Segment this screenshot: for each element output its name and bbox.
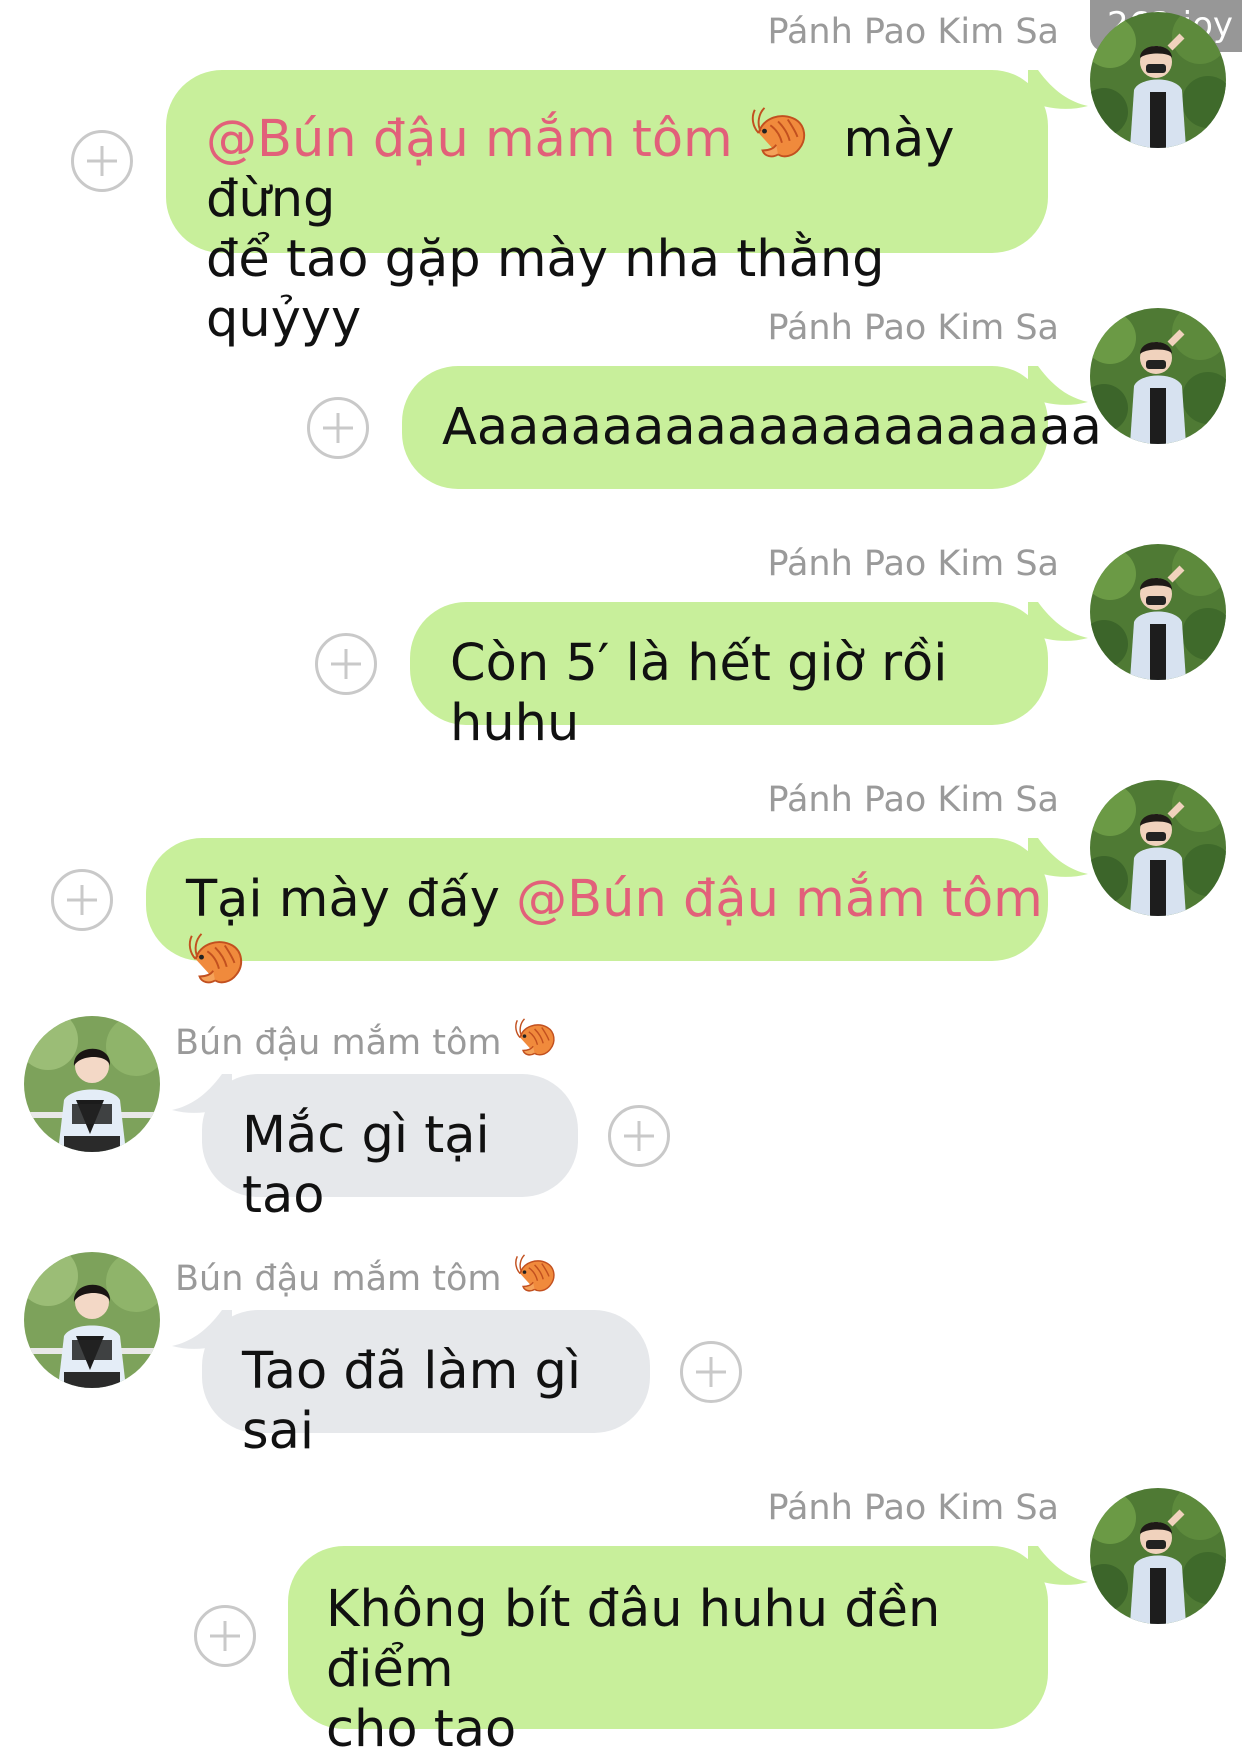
avatar[interactable] [1090, 12, 1226, 148]
message-bubble[interactable]: Không bít đâu huhu đền điểm cho tao [288, 1546, 1048, 1759]
shrimp-emoji-icon [186, 930, 248, 992]
shrimp-emoji-icon [513, 1016, 559, 1062]
sender-name: Bún đậu mắm tôm [175, 1016, 559, 1063]
sender-name: Pánh Pao Kim Sa [767, 12, 1059, 52]
add-reaction-icon[interactable] [307, 397, 369, 459]
sender-name: Pánh Pao Kim Sa [767, 780, 1059, 820]
add-reaction-icon[interactable] [680, 1341, 742, 1403]
sender-name: Pánh Pao Kim Sa [767, 544, 1059, 584]
avatar[interactable] [1090, 780, 1226, 916]
avatar[interactable] [24, 1016, 160, 1152]
message-text: Aaaaaaaaaaaaaaaaaaaaa [442, 398, 1102, 457]
sender-name: Pánh Pao Kim Sa [767, 308, 1059, 348]
message-text: Còn 5′ là hết giờ rồi huhu [450, 634, 948, 753]
message-bubble[interactable]: Mắc gì tại tao [202, 1074, 578, 1225]
add-reaction-icon[interactable] [51, 869, 113, 931]
avatar[interactable] [1090, 544, 1226, 680]
message-bubble[interactable]: Tao đã làm gì sai [202, 1310, 650, 1461]
message-bubble[interactable]: Aaaaaaaaaaaaaaaaaaaaa [402, 366, 1102, 489]
message-text: Không bít đâu huhu đền điểm [326, 1580, 941, 1699]
sender-name: Pánh Pao Kim Sa [767, 1488, 1059, 1528]
message-text: Mắc gì tại tao [242, 1106, 490, 1225]
shrimp-emoji-icon [749, 104, 811, 166]
message-line: @Bún đậu mắm tôm mày đừng [206, 104, 1008, 230]
sender-name: Bún đậu mắm tôm [175, 1252, 559, 1299]
message-bubble[interactable]: Còn 5′ là hết giờ rồi huhu [410, 602, 1048, 753]
avatar[interactable] [1090, 1488, 1226, 1624]
message-text: cho tao [326, 1700, 517, 1759]
add-reaction-icon[interactable] [608, 1105, 670, 1167]
avatar[interactable] [24, 1252, 160, 1388]
message-bubble[interactable]: Tại mày đấy @Bún đậu mắm tôm [146, 838, 1048, 961]
message-text: Tao đã làm gì sai [242, 1342, 582, 1461]
avatar[interactable] [1090, 308, 1226, 444]
add-reaction-icon[interactable] [315, 633, 377, 695]
add-reaction-icon[interactable] [71, 130, 133, 192]
message-bubble[interactable]: @Bún đậu mắm tôm mày đừng để tao gặp mày… [166, 70, 1048, 349]
message-text: Tại mày đấy [186, 870, 500, 929]
shrimp-emoji-icon [513, 1252, 559, 1298]
mention-link[interactable]: @Bún đậu mắm tôm [206, 110, 811, 169]
add-reaction-icon[interactable] [194, 1605, 256, 1667]
